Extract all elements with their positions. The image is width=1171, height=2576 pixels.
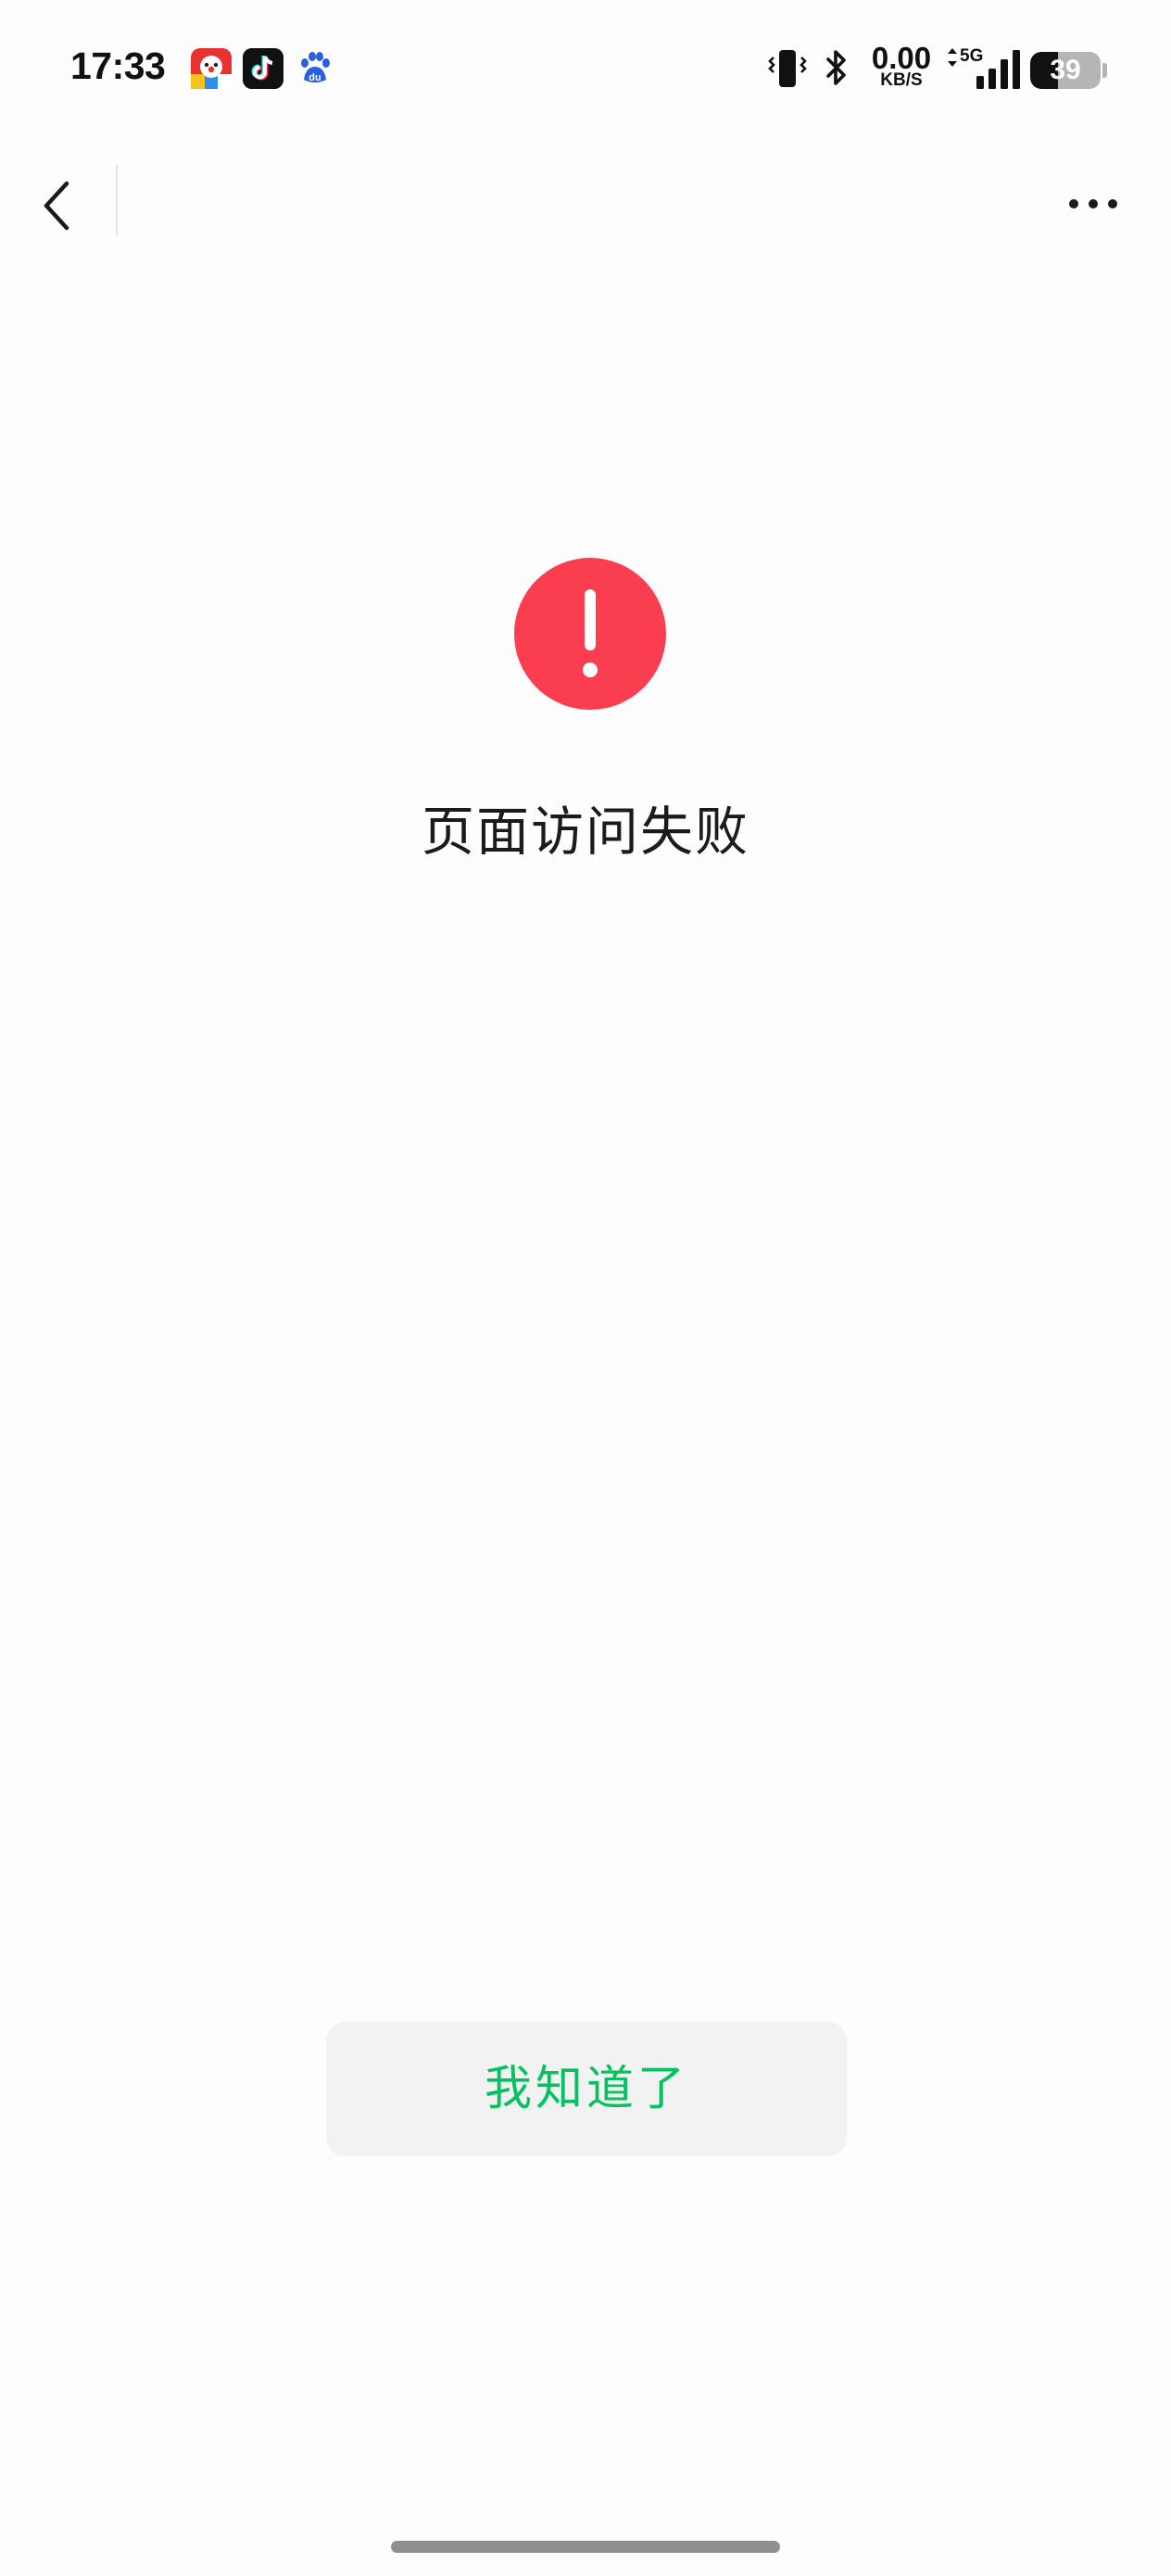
tiktok-icon	[243, 48, 283, 89]
nav-bar	[0, 148, 1171, 259]
network-speed-value: 0.00	[871, 41, 932, 75]
baidu-icon: du	[295, 48, 335, 89]
svg-text:du: du	[308, 72, 321, 83]
chevron-left-icon	[44, 181, 69, 231]
nav-divider	[116, 165, 118, 235]
status-bar: 17:33 du 0.00 KB/S 5G 39	[0, 0, 1171, 139]
home-indicator[interactable]	[391, 2541, 780, 2553]
exclamation-circle-icon	[514, 558, 666, 710]
back-button[interactable]	[28, 167, 102, 241]
bluetooth-icon	[821, 44, 852, 95]
more-dots-icon	[1069, 199, 1117, 208]
more-options-button[interactable]	[1047, 176, 1140, 232]
clown-app-icon	[191, 48, 232, 89]
battery-icon: 39	[1030, 52, 1101, 89]
data-transfer-icon	[945, 44, 960, 95]
signal-strength-icon	[975, 44, 1026, 95]
error-title: 页面访问失败	[422, 802, 749, 863]
status-time: 17:33	[70, 44, 166, 87]
confirm-button[interactable]: 我知道了	[326, 2022, 847, 2156]
network-speed: 0.00 KB/S	[866, 43, 937, 89]
battery-tip	[1102, 63, 1107, 78]
battery-level: 39	[1050, 55, 1081, 85]
vibrate-icon	[765, 44, 810, 95]
